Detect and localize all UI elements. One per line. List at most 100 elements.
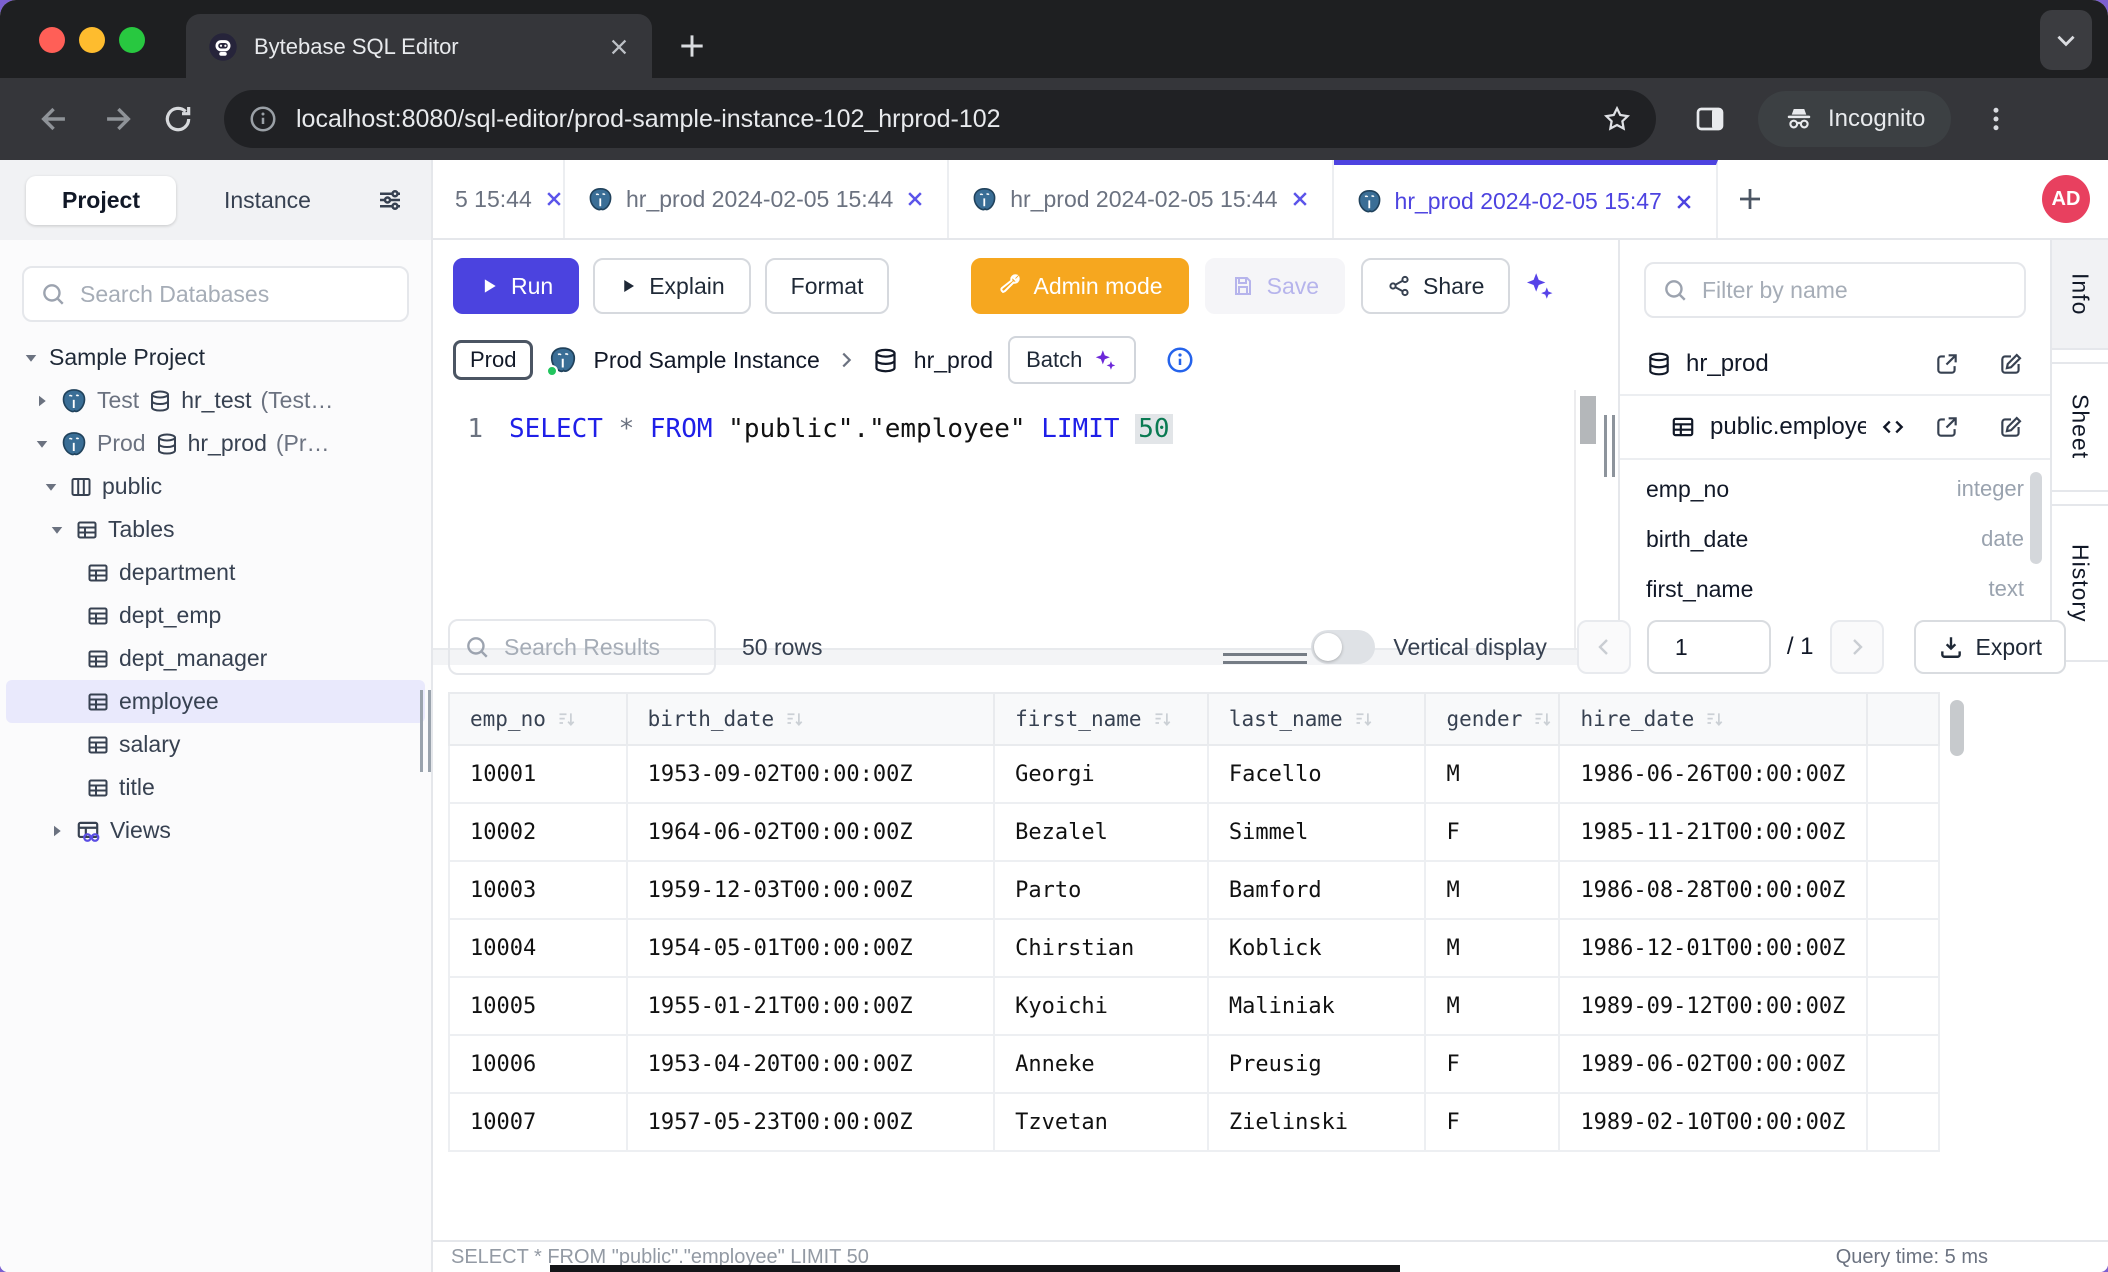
table-row[interactable]: 100021964-06-02T00:00:00ZBezalelSimmelF1… bbox=[449, 803, 1939, 861]
explain-button[interactable]: Explain bbox=[593, 258, 750, 314]
prev-page-button[interactable] bbox=[1577, 620, 1631, 674]
caret-down-icon[interactable] bbox=[42, 478, 60, 496]
search-databases-input[interactable] bbox=[78, 280, 391, 309]
tree-item-project[interactable]: Sample Project bbox=[0, 336, 431, 379]
column-header[interactable]: emp_no bbox=[449, 693, 627, 745]
admin-mode-button[interactable]: Admin mode bbox=[971, 258, 1188, 314]
browser-menu-icon[interactable] bbox=[1981, 104, 2011, 134]
share-button[interactable]: Share bbox=[1361, 258, 1510, 314]
url-field[interactable]: localhost:8080/sql-editor/prod-sample-in… bbox=[224, 90, 1656, 148]
batch-button[interactable]: Batch bbox=[1008, 336, 1136, 384]
close-icon[interactable] bbox=[1290, 189, 1310, 209]
results-search[interactable] bbox=[448, 619, 716, 675]
maximize-window-button[interactable] bbox=[119, 27, 145, 53]
new-worksheet-button[interactable] bbox=[1718, 160, 1782, 238]
results-scrollbar-thumb[interactable] bbox=[1950, 700, 1964, 756]
table-row[interactable]: 100071957-05-23T00:00:00ZTzvetanZielinsk… bbox=[449, 1093, 1939, 1151]
column-header[interactable]: birth_date bbox=[627, 693, 994, 745]
browser-tab[interactable]: Bytebase SQL Editor bbox=[186, 14, 652, 80]
tree-item-table-title[interactable]: title bbox=[0, 766, 431, 809]
column-header[interactable]: hire_date bbox=[1559, 693, 1867, 745]
new-tab-icon[interactable] bbox=[676, 30, 708, 62]
sort-icon[interactable] bbox=[1353, 709, 1374, 730]
sort-icon[interactable] bbox=[784, 709, 805, 730]
panel-resize-handle[interactable] bbox=[1600, 415, 1618, 477]
instance-name[interactable]: Prod Sample Instance bbox=[593, 347, 819, 374]
worksheet-tab-3-active[interactable]: hr_prod 2024-02-05 15:47 bbox=[1334, 160, 1718, 238]
tree-item-table-employee-selected[interactable]: employee bbox=[6, 680, 425, 723]
next-page-button[interactable] bbox=[1830, 620, 1884, 674]
table-row[interactable]: 100041954-05-01T00:00:00ZChirstianKoblic… bbox=[449, 919, 1939, 977]
site-info-icon[interactable] bbox=[248, 104, 278, 134]
filter-by-name-input[interactable] bbox=[1700, 276, 2008, 305]
caret-right-icon[interactable] bbox=[33, 392, 51, 410]
caret-down-icon[interactable] bbox=[48, 521, 66, 539]
code-icon[interactable] bbox=[1880, 414, 1906, 440]
tree-item-table-salary[interactable]: salary bbox=[0, 723, 431, 766]
sidebar-resize-handle[interactable] bbox=[420, 690, 431, 772]
column-header[interactable]: last_name bbox=[1208, 693, 1426, 745]
filter-sliders-icon[interactable] bbox=[375, 185, 405, 215]
side-tab-info[interactable]: Info bbox=[2052, 240, 2108, 350]
worksheet-tab-2[interactable]: hr_prod 2024-02-05 15:44 bbox=[949, 160, 1333, 238]
vertical-display-toggle[interactable] bbox=[1311, 630, 1375, 664]
tree-item-table-department[interactable]: department bbox=[0, 551, 431, 594]
schema-scrollbar-thumb[interactable] bbox=[2030, 472, 2042, 564]
edit-icon[interactable] bbox=[1998, 351, 2024, 377]
minimize-window-button[interactable] bbox=[79, 27, 105, 53]
close-tab-icon[interactable] bbox=[608, 36, 630, 58]
caret-right-icon[interactable] bbox=[48, 822, 66, 840]
schema-database-row[interactable]: hr_prod bbox=[1620, 334, 2050, 396]
close-icon[interactable] bbox=[1674, 192, 1694, 212]
database-name[interactable]: hr_prod bbox=[914, 347, 993, 374]
table-row[interactable]: 100061953-04-20T00:00:00ZAnnekePreusigF1… bbox=[449, 1035, 1939, 1093]
export-button[interactable]: Export bbox=[1914, 620, 2066, 674]
column-row[interactable]: birth_date date bbox=[1646, 514, 2024, 564]
sort-icon[interactable] bbox=[1704, 709, 1725, 730]
side-panel-icon[interactable] bbox=[1694, 103, 1726, 135]
search-results-input[interactable] bbox=[502, 633, 672, 662]
close-window-button[interactable] bbox=[39, 27, 65, 53]
avatar[interactable]: AD bbox=[2042, 175, 2090, 223]
edit-icon[interactable] bbox=[1998, 414, 2024, 440]
sql-editor[interactable]: 1 SELECT * FROM "public"."employee" LIMI… bbox=[433, 414, 1600, 444]
worksheet-tab-0[interactable]: 5 15:44 bbox=[433, 160, 565, 238]
sort-icon[interactable] bbox=[1532, 709, 1553, 730]
forward-icon[interactable] bbox=[100, 102, 134, 136]
column-header[interactable]: first_name bbox=[994, 693, 1208, 745]
table-row[interactable]: 100051955-01-21T00:00:00ZKyoichiMaliniak… bbox=[449, 977, 1939, 1035]
sort-icon[interactable] bbox=[556, 709, 577, 730]
back-icon[interactable] bbox=[38, 102, 72, 136]
column-header[interactable]: gender bbox=[1425, 693, 1559, 745]
table-row[interactable]: 100011953-09-02T00:00:00ZGeorgiFacelloM1… bbox=[449, 745, 1939, 803]
tree-item-views-group[interactable]: Views bbox=[0, 809, 431, 852]
table-row[interactable]: 100031959-12-03T00:00:00ZPartoBamfordM19… bbox=[449, 861, 1939, 919]
format-button[interactable]: Format bbox=[765, 258, 890, 314]
run-button[interactable]: Run bbox=[453, 258, 579, 314]
worksheet-tab-1[interactable]: hr_prod 2024-02-05 15:44 bbox=[565, 160, 949, 238]
tree-item-table-dept-emp[interactable]: dept_emp bbox=[0, 594, 431, 637]
external-link-icon[interactable] bbox=[1934, 414, 1960, 440]
external-link-icon[interactable] bbox=[1934, 351, 1960, 377]
tab-instance[interactable]: Instance bbox=[224, 187, 311, 214]
schema-filter[interactable] bbox=[1644, 262, 2026, 318]
side-tab-sheet[interactable]: Sheet bbox=[2052, 362, 2108, 492]
info-icon[interactable] bbox=[1165, 345, 1195, 375]
tree-item-hr-prod[interactable]: Prod hr_prod (Pr… bbox=[0, 422, 431, 465]
tree-item-hr-test[interactable]: Test hr_test (Test… bbox=[0, 379, 431, 422]
bookmark-star-icon[interactable] bbox=[1602, 104, 1632, 134]
caret-down-icon[interactable] bbox=[22, 349, 40, 367]
close-icon[interactable] bbox=[544, 189, 564, 209]
column-row[interactable]: emp_no integer bbox=[1646, 464, 2024, 514]
database-search[interactable] bbox=[22, 266, 409, 322]
close-icon[interactable] bbox=[905, 189, 925, 209]
sort-icon[interactable] bbox=[1152, 709, 1173, 730]
editor-scrollbar-thumb[interactable] bbox=[1580, 396, 1596, 444]
tree-item-table-dept-manager[interactable]: dept_manager bbox=[0, 637, 431, 680]
save-button[interactable]: Save bbox=[1205, 258, 1345, 314]
caret-down-icon[interactable] bbox=[33, 435, 51, 453]
page-number-input[interactable] bbox=[1647, 620, 1771, 674]
ai-sparkle-icon[interactable] bbox=[1522, 269, 1556, 303]
tree-item-tables-group[interactable]: Tables bbox=[0, 508, 431, 551]
reload-icon[interactable] bbox=[162, 103, 194, 135]
